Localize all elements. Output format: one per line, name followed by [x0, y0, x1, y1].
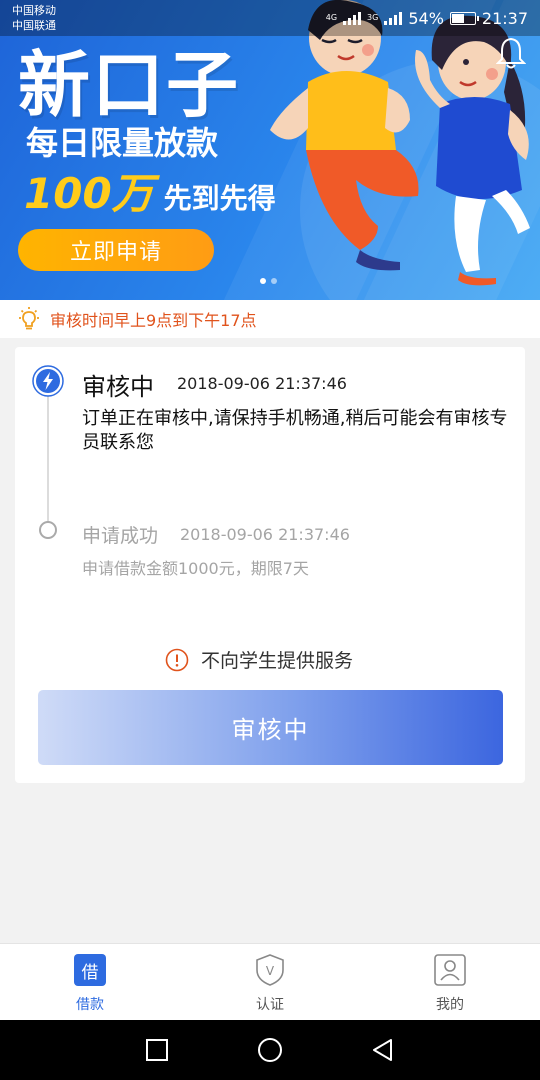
- battery-percent: 54%: [408, 8, 444, 28]
- step-applied-description: 申请借款金额1000元，期限7天: [82, 559, 309, 578]
- step-reviewing-title: 审核中: [82, 373, 154, 401]
- tab-mine[interactable]: 我的: [360, 944, 540, 1020]
- student-warning: 不向学生提供服务: [165, 646, 353, 673]
- carousel-dot[interactable]: [260, 278, 266, 284]
- recents-icon[interactable]: [144, 1037, 170, 1063]
- step-reviewing-time: 2018-09-06 21:37:46: [177, 374, 347, 393]
- status-bar: 中国移动 中国联通 4G 3G 54% 21:37: [0, 0, 540, 36]
- tab-loan[interactable]: 借 借款: [0, 944, 180, 1020]
- bottom-tab-bar: 借 借款 V 认证 我的: [0, 943, 540, 1020]
- carrier-2: 中国联通: [12, 19, 56, 32]
- banner-amount-row: 100万 先到先得: [24, 160, 276, 221]
- signal-icon: [343, 11, 362, 25]
- order-status-card: 审核中 2018-09-06 21:37:46 订单正在审核中,请保持手机畅通,…: [15, 347, 525, 783]
- step-applied-title: 申请成功: [82, 525, 159, 547]
- home-icon[interactable]: [257, 1037, 283, 1063]
- lightbulb-icon: [19, 307, 39, 330]
- tab-mine-label: 我的: [436, 997, 464, 1013]
- shield-icon-glyph: V: [266, 964, 275, 978]
- review-status-button[interactable]: 审核中: [38, 690, 503, 765]
- tab-loan-label: 借款: [76, 997, 104, 1013]
- network-type-2: 3G: [367, 13, 379, 22]
- banner-amount: 100万: [24, 169, 154, 218]
- status-indicators: 4G 3G 54% 21:37: [326, 6, 528, 30]
- shield-icon: V: [256, 954, 284, 986]
- carousel-indicator: [260, 278, 277, 284]
- apply-now-button[interactable]: 立即申请: [18, 229, 214, 271]
- tab-verify[interactable]: V 认证: [180, 944, 360, 1020]
- warning-icon: [165, 648, 189, 671]
- promo-banner[interactable]: 新口子 每日限量放款 100万 先到先得 立即申请 中国移动 中国联通 4G 3…: [0, 0, 540, 300]
- system-nav-bar: [0, 1020, 540, 1080]
- banner-headline: 新口子: [18, 43, 241, 127]
- back-icon[interactable]: [370, 1037, 396, 1063]
- battery-icon: [449, 11, 479, 25]
- banner-amount-suffix: 先到先得: [163, 182, 276, 215]
- bell-icon[interactable]: [496, 36, 526, 70]
- timeline-line: [47, 381, 49, 529]
- student-warning-text: 不向学生提供服务: [201, 650, 354, 672]
- carrier-1: 中国移动: [12, 4, 56, 17]
- tab-verify-label: 认证: [256, 997, 284, 1013]
- banner-subline: 每日限量放款: [26, 124, 219, 162]
- timeline-dot: [39, 521, 57, 539]
- loan-icon: 借: [73, 953, 107, 987]
- step-reviewing-description: 订单正在审核中,请保持手机畅通,稍后可能会有审核专员联系您: [82, 408, 508, 453]
- network-type-1: 4G: [325, 13, 338, 22]
- step-applied-time: 2018-09-06 21:37:46: [180, 525, 350, 544]
- carousel-dot[interactable]: [271, 278, 277, 284]
- person-icon: [434, 954, 466, 986]
- notice-text: 审核时间早上9点到下午17点: [50, 311, 257, 330]
- signal-icon: [384, 11, 403, 25]
- clock: 21:37: [481, 8, 528, 28]
- review-hours-notice: 审核时间早上9点到下午17点: [0, 300, 540, 338]
- lightning-icon: [32, 365, 64, 397]
- loan-icon-glyph: 借: [74, 954, 106, 986]
